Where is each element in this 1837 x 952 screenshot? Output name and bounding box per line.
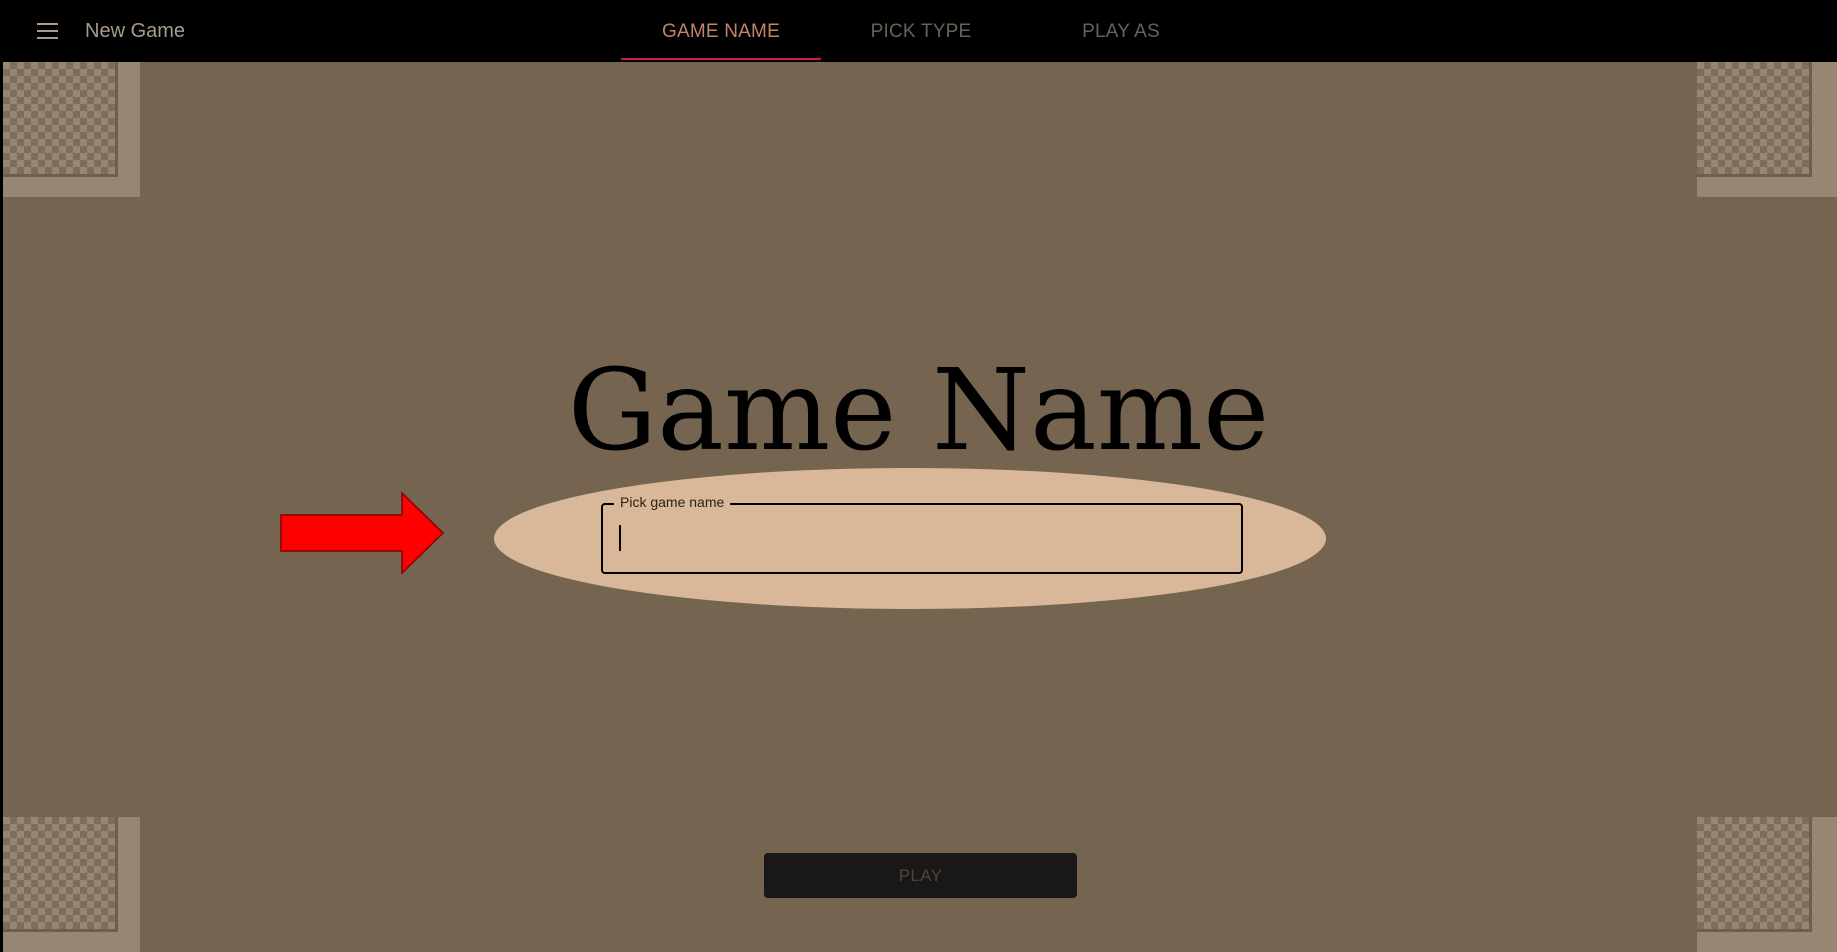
checker-pattern (1697, 62, 1812, 177)
checker-pattern (3, 817, 118, 932)
corner-checker-bottom-left (0, 817, 140, 952)
corner-checker-bottom-right (1697, 817, 1837, 952)
checker-pattern (1697, 817, 1812, 932)
game-name-field[interactable]: Pick game name (601, 494, 1243, 574)
tab-pick-type[interactable]: PICK TYPE (821, 0, 1021, 62)
tab-play-as[interactable]: PLAY AS (1021, 0, 1221, 62)
text-caret (619, 525, 621, 551)
top-app-bar: New Game GAME NAME PICK TYPE PLAY AS (0, 0, 1837, 62)
tab-game-name[interactable]: GAME NAME (621, 0, 821, 62)
app-root: New Game GAME NAME PICK TYPE PLAY AS Gam… (0, 0, 1837, 952)
active-tab-indicator (621, 58, 821, 60)
page-heading: Game Name (567, 346, 1270, 476)
game-name-input[interactable] (617, 519, 1221, 557)
corner-checker-top-right (1697, 62, 1837, 197)
arrow-right-icon (280, 491, 445, 575)
window-left-edge (0, 62, 3, 952)
checker-pattern (3, 62, 118, 177)
play-button[interactable]: PLAY (764, 853, 1077, 898)
game-name-field-label: Pick game name (614, 494, 731, 510)
app-title: New Game (85, 20, 186, 42)
corner-checker-top-left (0, 62, 140, 197)
hamburger-menu-icon[interactable] (34, 19, 62, 43)
